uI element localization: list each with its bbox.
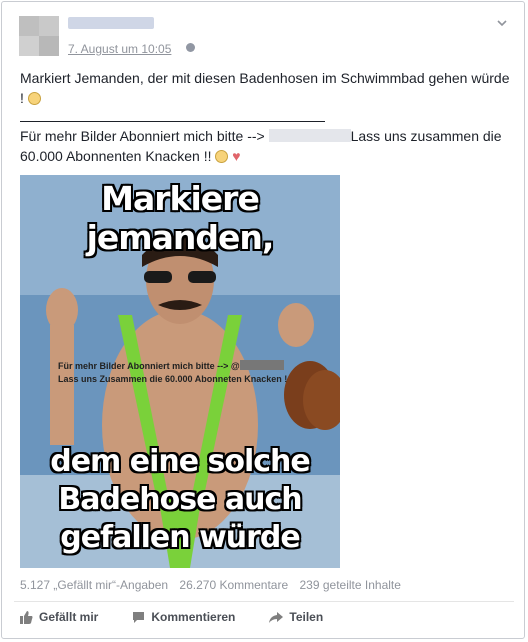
image-top-caption: Markiere jemanden, xyxy=(86,179,275,257)
frown-emoji-icon xyxy=(215,150,229,163)
like-button[interactable]: Gefällt mir xyxy=(20,610,98,624)
comments-count[interactable]: 26.270 Kommentare xyxy=(179,578,288,592)
timestamp-text[interactable]: 7. August um 10:05 xyxy=(68,42,171,56)
comment-icon xyxy=(133,611,145,623)
image-watermark: Für mehr Bilder Abonniert mich bitte -->… xyxy=(58,360,287,386)
subscribe-text: Für mehr Bilder Abonniert mich bitte --> xyxy=(20,128,265,144)
author-name-redacted[interactable] xyxy=(68,17,154,29)
shares-count[interactable]: 239 geteilte Inhalte xyxy=(300,578,401,592)
heart-emoji-icon: ♥ xyxy=(232,148,241,164)
bottom-caption-line-3: gefallen würde xyxy=(60,520,301,555)
comment-button[interactable]: Kommentieren xyxy=(132,610,235,624)
watermark-line-2: Lass uns Zusammen die 60.000 Abonneten K… xyxy=(58,374,288,384)
post-timestamp[interactable]: 7. August um 10:05 xyxy=(68,42,171,56)
post-text-line2: Für mehr Bilder Abonniert mich bitte -->… xyxy=(20,126,514,166)
share-arrow-icon xyxy=(269,611,284,623)
watermark-redacted xyxy=(239,360,284,370)
post-image[interactable]: Markiere jemanden, Für mehr Bilder Abonn… xyxy=(20,175,340,568)
engagement-stats: 5.127 „Gefällt mir“-Angaben 26.270 Komme… xyxy=(20,578,409,592)
redacted-page-link[interactable] xyxy=(268,129,351,142)
image-bottom-caption: dem eine solche Badehose auch gefallen w… xyxy=(20,443,340,557)
text-underline-divider xyxy=(20,121,325,122)
watermark-line-1: Für mehr Bilder Abonniert mich bitte -->… xyxy=(58,360,287,373)
bottom-caption-line-2: Badehose auch xyxy=(58,482,302,517)
post-text-line1: Markiert Jemanden, der mit diesen Badenh… xyxy=(20,68,514,108)
globe-icon[interactable] xyxy=(186,43,195,52)
smiley-emoji-icon xyxy=(27,92,41,105)
post-text: Markiert Jemanden, der mit diesen Badenh… xyxy=(20,70,510,106)
bottom-caption-line-1: dem eine solche xyxy=(50,444,311,479)
share-button[interactable]: Teilen xyxy=(269,610,323,624)
thumbs-up-icon xyxy=(20,610,33,624)
actions-divider xyxy=(14,601,514,602)
like-button-label: Gefällt mir xyxy=(39,610,99,624)
action-bar: Gefällt mir Kommentieren Teilen xyxy=(20,610,357,624)
post-card: 7. August um 10:05 Markiert Jemanden, de… xyxy=(1,1,525,639)
share-button-label: Teilen xyxy=(289,610,324,624)
profile-avatar-icon[interactable] xyxy=(19,16,59,56)
comment-button-label: Kommentieren xyxy=(151,610,236,624)
chevron-down-icon[interactable] xyxy=(496,17,508,29)
likes-count[interactable]: 5.127 „Gefällt mir“-Angaben xyxy=(20,578,168,592)
